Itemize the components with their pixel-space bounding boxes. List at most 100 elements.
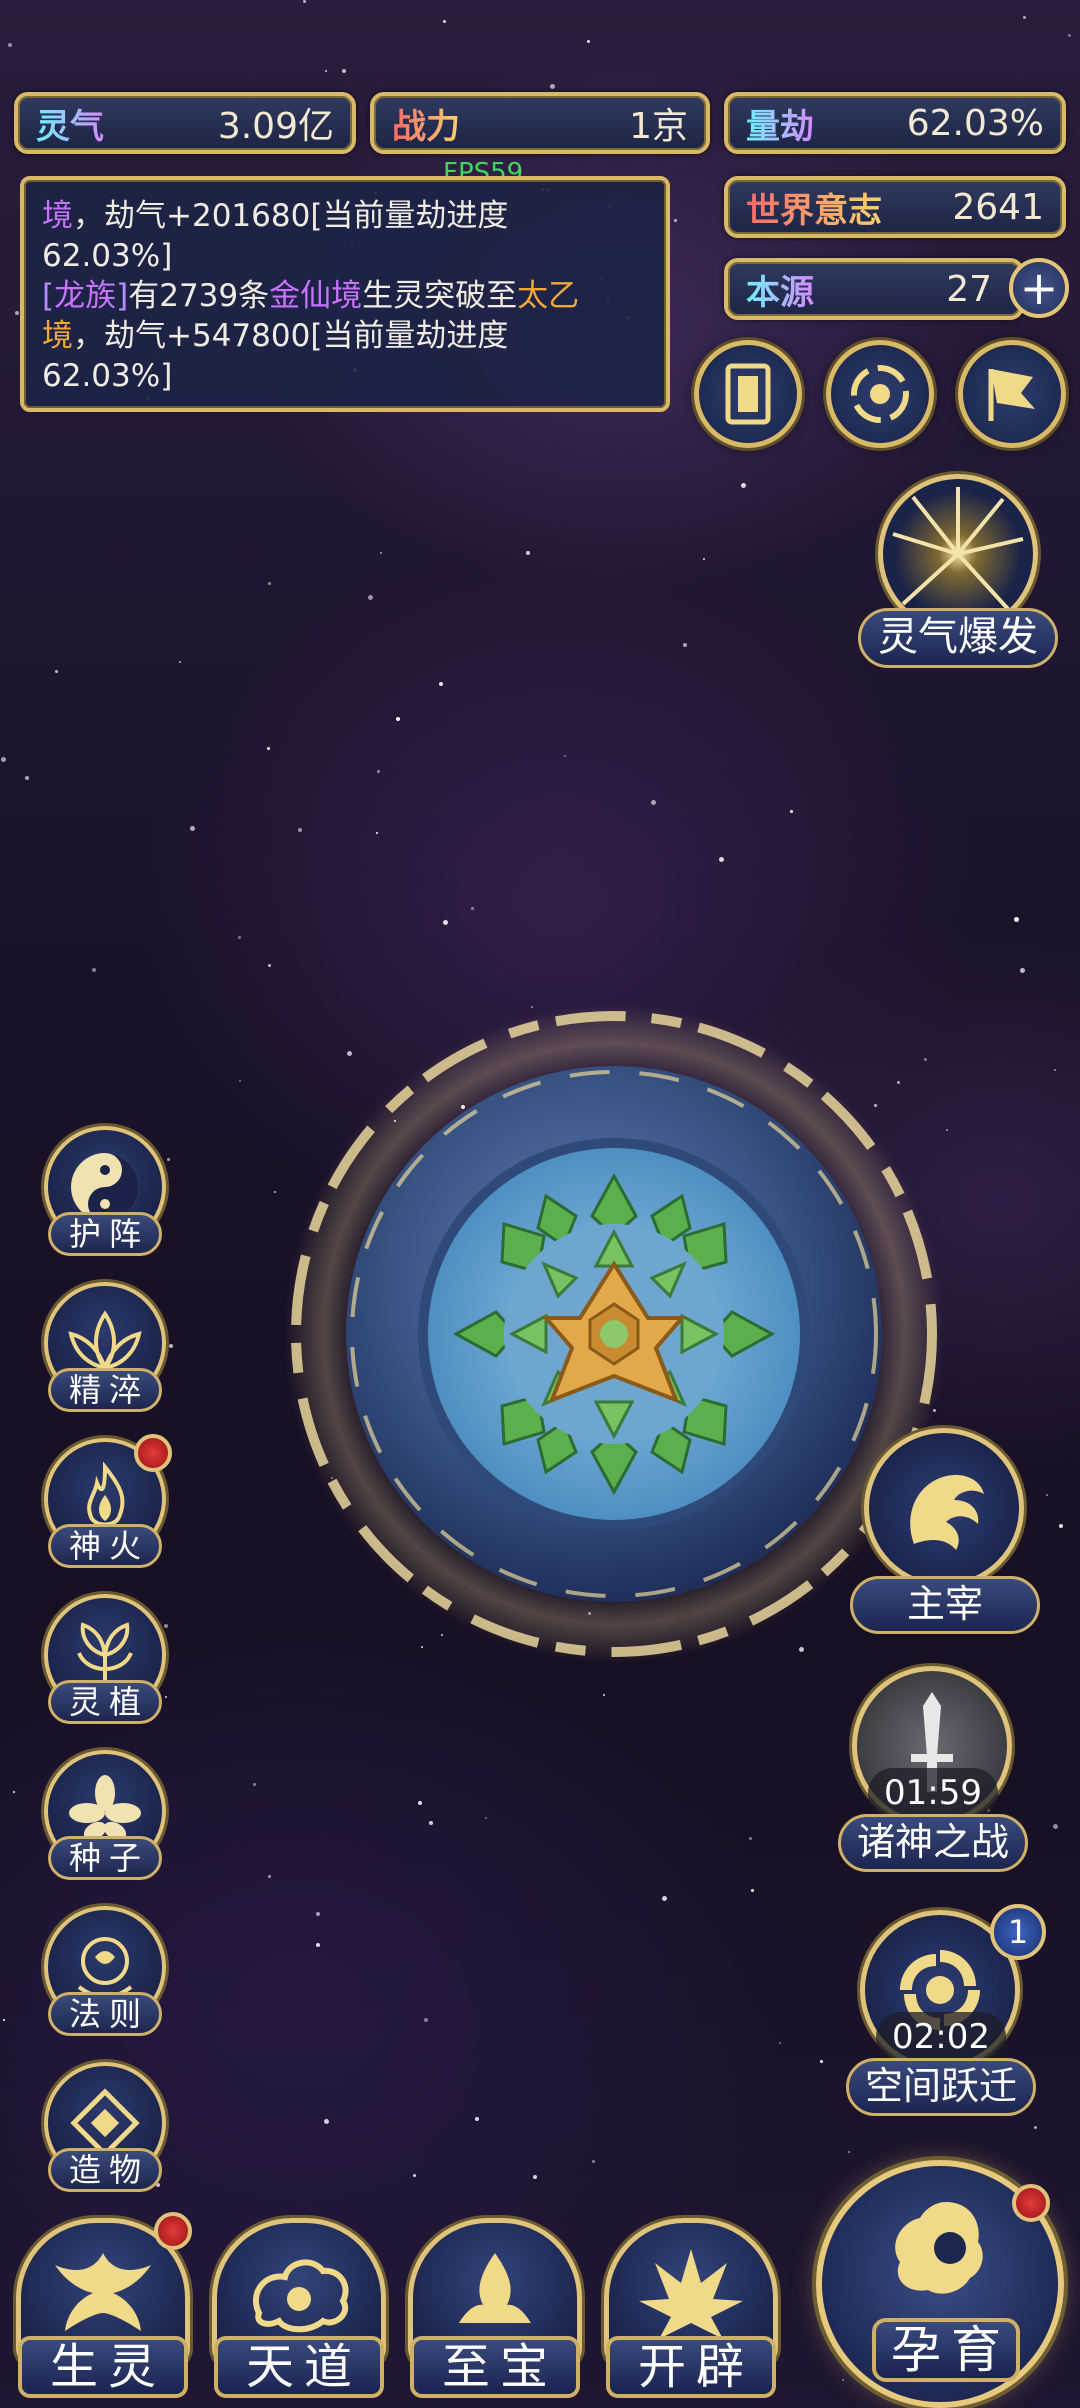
star	[15, 311, 19, 315]
left-menu-item-huzhen[interactable]: 护阵	[38, 1126, 172, 1260]
nav-zhibao[interactable]: 至宝	[402, 2218, 588, 2408]
nurture-button[interactable]: 孕育	[816, 2160, 1064, 2408]
nav-shengling[interactable]: 生灵	[10, 2212, 196, 2408]
star	[1059, 1524, 1063, 1528]
star	[316, 1943, 320, 1947]
log-line: 境，劫气+201680[当前量劫进度	[42, 196, 648, 236]
star	[533, 2175, 537, 2179]
star	[439, 682, 443, 686]
log-realm: 金仙境	[269, 278, 363, 314]
star	[325, 70, 327, 72]
left-menu-item-jingcui[interactable]: 精淬	[38, 1282, 172, 1416]
star	[1, 757, 6, 762]
nurture-label: 孕育	[872, 2318, 1020, 2382]
liangjie-label: 量劫	[746, 99, 814, 148]
star	[1046, 1494, 1048, 1496]
star	[316, 1912, 320, 1916]
star	[1054, 1069, 1056, 1071]
event-log[interactable]: 境，劫气+201680[当前量劫进度 62.03%] [龙族]有2739条金仙境…	[20, 176, 670, 412]
star	[342, 69, 346, 73]
star	[550, 84, 555, 89]
ruler-label: 主宰	[850, 1576, 1040, 1634]
star	[3, 2019, 5, 2021]
star	[848, 2151, 850, 2153]
star	[368, 595, 373, 600]
star	[683, 643, 687, 647]
star	[92, 968, 96, 972]
world-will-value: 2641	[952, 186, 1044, 228]
nav-tiandao[interactable]: 天道	[206, 2218, 392, 2408]
nav-kaipi[interactable]: 开辟	[598, 2218, 784, 2408]
nav-label: 天道	[214, 2336, 384, 2398]
zhanli-value: 1京	[629, 106, 688, 147]
left-menu-label: 护阵	[48, 1212, 162, 1256]
star	[443, 920, 448, 925]
flag-icon	[988, 369, 1035, 421]
star	[268, 1875, 271, 1878]
star	[674, 219, 677, 222]
benyuan-value: 27	[946, 268, 992, 310]
world-will-label: 世界意志	[746, 183, 882, 232]
star	[238, 936, 241, 939]
space-jump-label: 空间跃迁	[846, 2058, 1036, 2116]
left-menu-item-lingzhi[interactable]: 灵植	[38, 1594, 172, 1728]
liangjie-panel[interactable]: 量劫 62.03%	[724, 92, 1066, 154]
star	[179, 661, 181, 663]
star	[239, 1080, 241, 1082]
star	[471, 907, 474, 910]
star	[267, 747, 270, 750]
star	[190, 826, 195, 831]
star	[1014, 917, 1019, 922]
star	[703, 558, 705, 560]
flag-button[interactable]	[958, 340, 1066, 448]
mother-child-icon	[895, 2202, 983, 2294]
jump-count-badge: 1	[990, 1904, 1046, 1960]
log-text: ，劫气+547800[当前量劫进度	[73, 318, 509, 354]
star	[751, 1889, 754, 1892]
star	[303, 0, 306, 3]
star	[413, 2174, 416, 2177]
god-war-timer: 01:59	[868, 1768, 998, 1818]
lingqi-value: 3.09亿	[217, 106, 334, 147]
log-bracket: ]	[116, 278, 129, 314]
log-line: [龙族]有2739条金仙境生灵突破至太乙	[42, 276, 648, 316]
benyuan-panel: 本源 27	[724, 258, 1024, 320]
god-war-button[interactable]: 01:59 诸神之战	[838, 1666, 1028, 1876]
star	[526, 551, 530, 555]
log-line: 境，劫气+547800[当前量劫进度	[42, 316, 648, 356]
notification-badge	[134, 1434, 172, 1472]
god-war-label: 诸神之战	[838, 1814, 1028, 1872]
left-menu-label: 灵植	[48, 1680, 162, 1724]
log-realm: 境	[42, 318, 73, 354]
space-jump-button[interactable]: 1 02:02 空间跃迁	[846, 1904, 1046, 2120]
add-benyuan-button[interactable]: +	[1009, 258, 1069, 318]
cards-button[interactable]	[694, 340, 802, 448]
left-menu-item-shenhuo[interactable]: 神火	[38, 1434, 172, 1572]
lingqi-burst-button[interactable]: 灵气爆发	[858, 474, 1058, 674]
world-will-panel[interactable]: 世界意志 2641	[724, 176, 1066, 238]
cards-icon	[725, 363, 771, 425]
ruler-button[interactable]: 主宰	[850, 1428, 1040, 1638]
left-menu-item-faze[interactable]: 法则	[38, 1906, 172, 2040]
nav-label: 至宝	[410, 2336, 580, 2398]
star	[1034, 2126, 1037, 2129]
log-text: 生灵突破至	[362, 278, 518, 314]
star	[820, 2060, 823, 2063]
left-menu-item-zaowu[interactable]: 造物	[38, 2062, 172, 2196]
star	[268, 582, 271, 585]
nav-label: 生灵	[18, 2336, 188, 2398]
left-menu-item-zhongzi[interactable]: 种子	[38, 1750, 172, 1884]
vortex-button[interactable]	[826, 340, 934, 448]
notification-badge	[154, 2212, 192, 2250]
star	[396, 717, 400, 721]
burst-label: 灵气爆发	[858, 608, 1058, 668]
star	[253, 1783, 256, 1786]
star	[587, 40, 590, 43]
log-line: 62.03%]	[42, 238, 173, 274]
star	[741, 483, 746, 488]
star	[485, 1817, 487, 1819]
star	[8, 43, 12, 47]
plus-icon: +	[1019, 261, 1059, 315]
star	[592, 2160, 595, 2163]
left-menu-label: 精淬	[48, 1368, 162, 1412]
